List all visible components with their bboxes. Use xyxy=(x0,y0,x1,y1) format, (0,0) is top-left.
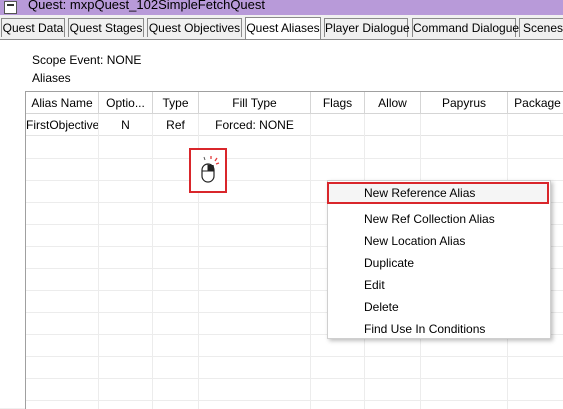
menu-item-new-ref-collection-alias[interactable]: New Ref Collection Alias xyxy=(328,208,550,230)
mouse-right-click-icon xyxy=(201,156,220,183)
column-header-package[interactable]: Package xyxy=(508,92,563,114)
menu-item-edit[interactable]: Edit xyxy=(328,274,550,296)
cell-alias-name: FirstObjective xyxy=(26,114,99,136)
grid-line xyxy=(310,114,311,409)
cell-papyrus xyxy=(421,114,508,136)
cell-type: Ref xyxy=(153,114,199,136)
cell-package xyxy=(508,114,563,136)
column-header-allow[interactable]: Allow xyxy=(365,92,421,114)
cell-fill-type: Forced: NONE xyxy=(199,114,311,136)
tab-quest-objectives[interactable]: Quest Objectives xyxy=(147,18,242,37)
column-header-type[interactable]: Type xyxy=(153,92,199,114)
right-click-indicator xyxy=(189,148,227,193)
menu-item-new-reference-alias[interactable]: New Reference Alias xyxy=(327,182,549,204)
tab-quest-stages[interactable]: Quest Stages xyxy=(68,18,144,37)
menu-item-find-use-in-conditions[interactable]: Find Use In Conditions xyxy=(328,318,550,340)
column-header-optional[interactable]: Optio... xyxy=(99,92,153,114)
grid-line xyxy=(98,114,99,409)
tab-player-dialogue[interactable]: Player Dialogue xyxy=(324,18,410,37)
cell-allow xyxy=(365,114,421,136)
menu-item-duplicate[interactable]: Duplicate xyxy=(328,252,550,274)
tab-quest-data[interactable]: Quest Data xyxy=(1,18,65,37)
tab-bar: Quest Data Quest Stages Quest Objectives… xyxy=(0,17,563,40)
tab-quest-aliases[interactable]: Quest Aliases xyxy=(245,17,321,39)
scope-event-label: Scope Event: NONE xyxy=(32,53,142,67)
grid-line xyxy=(26,400,563,401)
menu-item-new-location-alias[interactable]: New Location Alias xyxy=(328,230,550,252)
window-title: Quest: mxpQuest_102SimpleFetchQuest xyxy=(28,0,266,12)
title-bar: Quest: mxpQuest_102SimpleFetchQuest xyxy=(0,0,563,15)
tab-command-dialogue[interactable]: Command Dialogue xyxy=(412,18,519,37)
table-row[interactable]: FirstObjective N Ref Forced: NONE xyxy=(26,114,563,136)
column-header-flags[interactable]: Flags xyxy=(311,92,365,114)
grid-line xyxy=(26,158,563,159)
aliases-label: Aliases xyxy=(32,71,71,85)
grid-line xyxy=(26,378,563,379)
tab-scenes[interactable]: Scenes xyxy=(519,18,563,37)
column-header-papyrus[interactable]: Papyrus xyxy=(421,92,508,114)
grid-line xyxy=(26,356,563,357)
column-header-fill-type[interactable]: Fill Type xyxy=(199,92,311,114)
window-app-icon xyxy=(4,1,17,14)
grid-line xyxy=(152,114,153,409)
column-header-alias-name[interactable]: Alias Name xyxy=(26,92,99,114)
menu-item-delete[interactable]: Delete xyxy=(328,296,550,318)
tab-divider xyxy=(0,39,563,40)
context-menu: New Reference Alias New Ref Collection A… xyxy=(327,180,551,339)
cell-optional: N xyxy=(99,114,153,136)
cell-flags xyxy=(311,114,365,136)
